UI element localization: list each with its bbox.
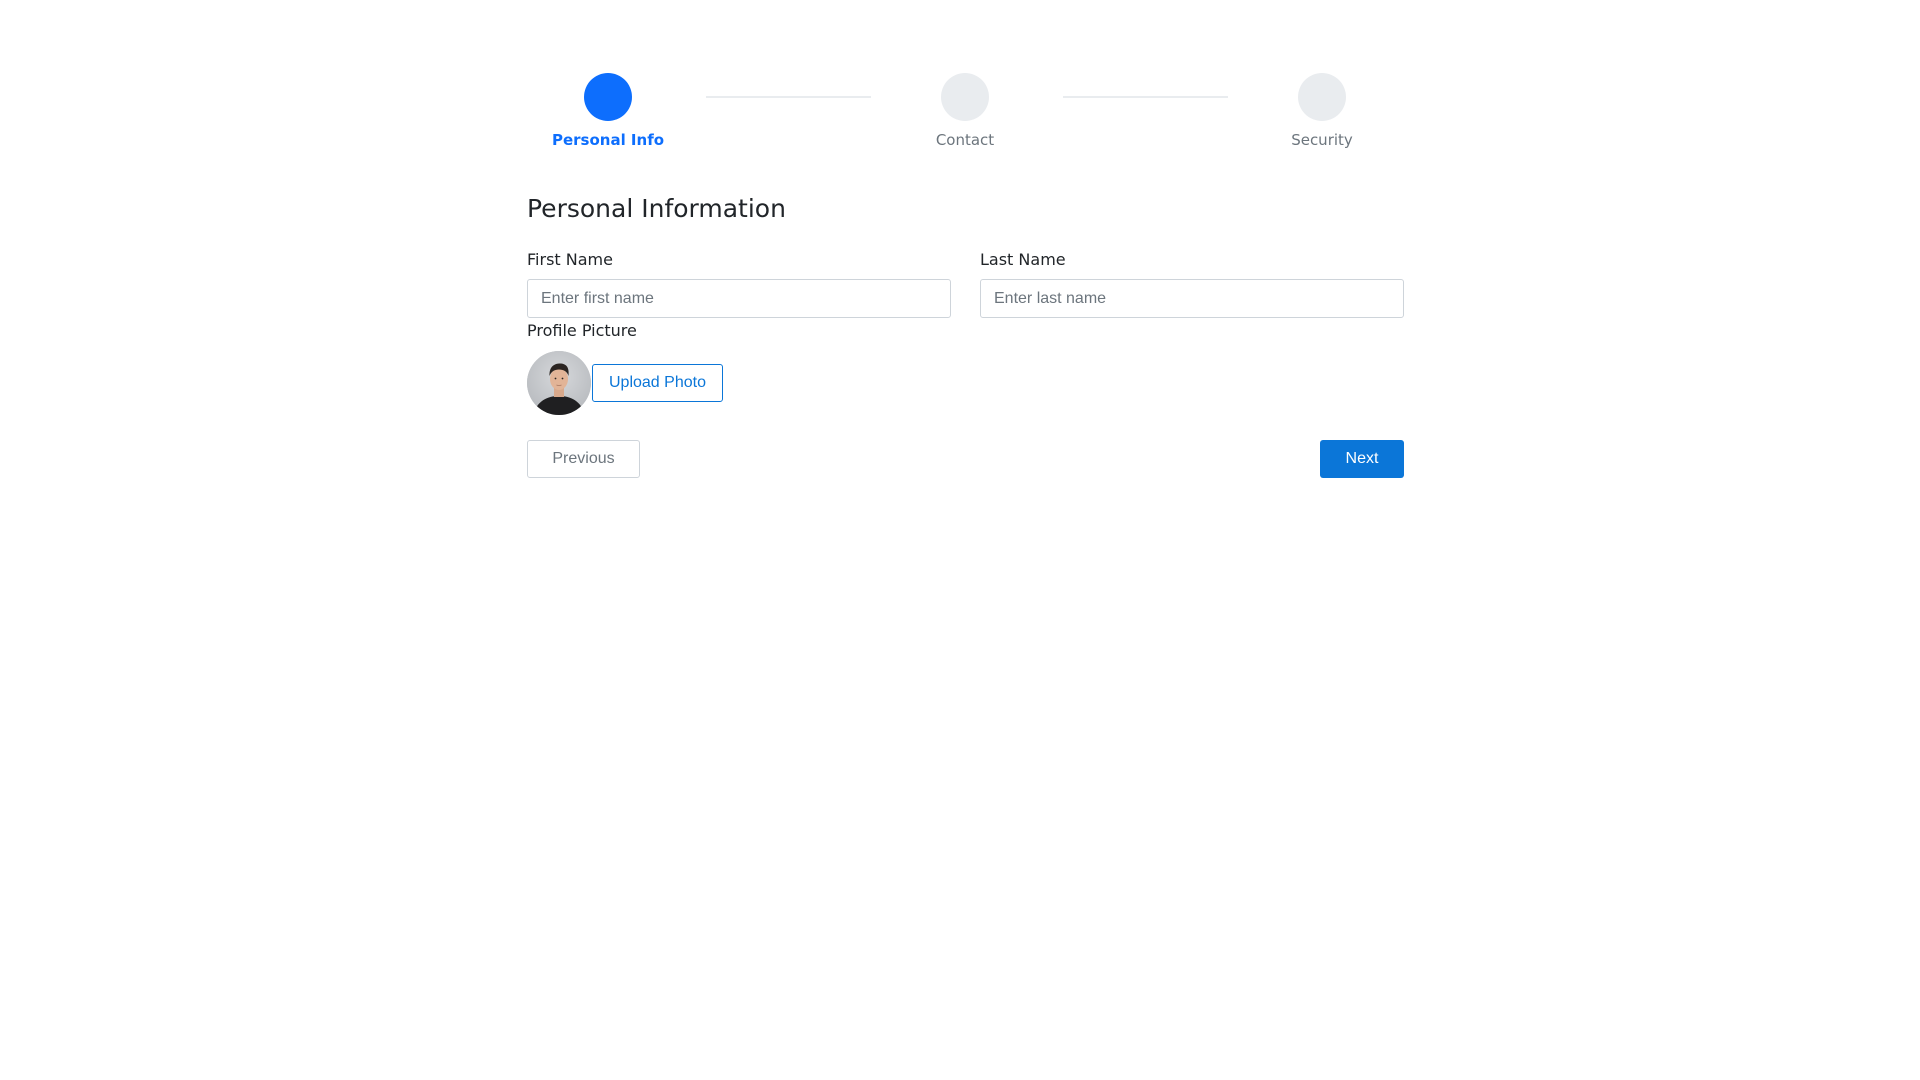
registration-wizard: Personal Info Contact Security Personal …	[527, 0, 1404, 478]
step-indicator-active	[584, 73, 632, 121]
last-name-field: Last Name	[980, 250, 1404, 318]
step-label: Contact	[935, 131, 995, 149]
step-security[interactable]: Security	[1242, 73, 1402, 149]
step-label: Security	[1291, 131, 1353, 149]
last-name-label: Last Name	[980, 250, 1066, 269]
upload-photo-button[interactable]: Upload Photo	[592, 364, 723, 402]
avatar-icon	[527, 351, 591, 415]
avatar-photo	[527, 351, 591, 415]
progress-stepper: Personal Info Contact Security	[527, 0, 1404, 160]
first-name-label: First Name	[527, 250, 613, 269]
first-name-input[interactable]	[527, 279, 951, 318]
last-name-input[interactable]	[980, 279, 1404, 318]
step-connector	[1063, 96, 1228, 98]
step-indicator	[941, 73, 989, 121]
step-connector	[706, 96, 871, 98]
previous-button[interactable]: Previous	[527, 440, 640, 478]
step-contact[interactable]: Contact	[885, 73, 1045, 149]
first-name-field: First Name	[527, 250, 951, 318]
step-label: Personal Info	[551, 131, 665, 149]
profile-picture-label: Profile Picture	[527, 321, 637, 340]
step-indicator	[1298, 73, 1346, 121]
form-title: Personal Information	[527, 194, 786, 223]
step-personal-info[interactable]: Personal Info	[528, 73, 688, 149]
next-button[interactable]: Next	[1320, 440, 1404, 478]
